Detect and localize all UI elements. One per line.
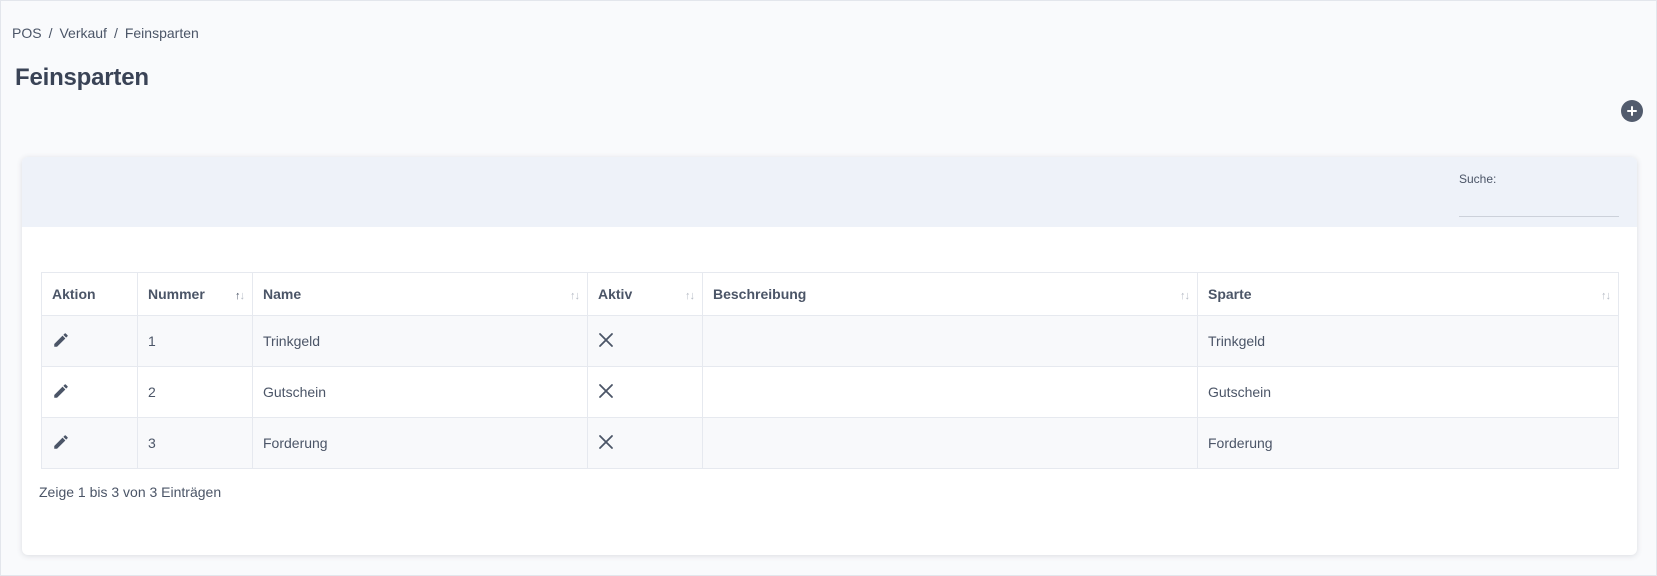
cell-nummer: 1 xyxy=(137,315,253,367)
sort-icon[interactable]: ↑↓ xyxy=(685,290,695,302)
breadcrumb-separator: / xyxy=(48,25,53,41)
table-header-row: Aktion Nummer ↑↓ Name ↑↓ Aktiv ↑↓ Beschr… xyxy=(41,272,1619,316)
column-header-aktion: Aktion xyxy=(41,272,138,316)
column-header-sparte[interactable]: Sparte ↑↓ xyxy=(1197,272,1619,316)
sort-ascending-icon[interactable]: ↑↓ xyxy=(235,290,245,302)
edit-pencil-icon[interactable] xyxy=(52,382,70,400)
cell-aktion xyxy=(41,366,138,418)
sort-icon[interactable]: ↑↓ xyxy=(1180,290,1190,302)
cell-aktion xyxy=(41,315,138,367)
edit-pencil-icon[interactable] xyxy=(52,331,70,349)
breadcrumb-item-feinsparten: Feinsparten xyxy=(124,25,199,41)
cell-nummer: 3 xyxy=(137,417,253,469)
breadcrumb-separator: / xyxy=(113,25,118,41)
cell-beschreibung xyxy=(702,315,1198,367)
edit-pencil-icon[interactable] xyxy=(52,433,70,451)
cell-beschreibung xyxy=(702,417,1198,469)
x-icon xyxy=(599,332,613,347)
cell-aktiv xyxy=(587,366,703,418)
card-header: Suche: xyxy=(22,157,1637,227)
search-label: Suche: xyxy=(1459,172,1497,186)
plus-circle-icon xyxy=(1627,106,1637,116)
page-title: Feinsparten xyxy=(15,64,149,91)
sort-icon[interactable]: ↑↓ xyxy=(1601,290,1611,302)
cell-nummer: 2 xyxy=(137,366,253,418)
cell-sparte: Gutschein xyxy=(1197,366,1619,418)
cell-sparte: Trinkgeld xyxy=(1197,315,1619,367)
cell-beschreibung xyxy=(702,366,1198,418)
feinsparten-table: Aktion Nummer ↑↓ Name ↑↓ Aktiv ↑↓ Beschr… xyxy=(41,272,1619,469)
add-button[interactable] xyxy=(1621,100,1643,122)
table-row: 3 Forderung Forderung xyxy=(41,417,1619,469)
table-info: Zeige 1 bis 3 von 3 Einträgen xyxy=(39,484,222,500)
cell-name: Forderung xyxy=(252,417,588,469)
sort-icon[interactable]: ↑↓ xyxy=(570,290,580,302)
data-card: Suche: Aktion Nummer ↑↓ Name ↑↓ Aktiv ↑↓… xyxy=(22,157,1637,555)
cell-aktiv xyxy=(587,417,703,469)
cell-aktion xyxy=(41,417,138,469)
column-header-aktiv[interactable]: Aktiv ↑↓ xyxy=(587,272,703,316)
breadcrumb: POS / Verkauf / Feinsparten xyxy=(12,25,199,41)
breadcrumb-item-pos[interactable]: POS xyxy=(12,25,42,41)
column-header-nummer[interactable]: Nummer ↑↓ xyxy=(137,272,253,316)
breadcrumb-item-verkauf[interactable]: Verkauf xyxy=(59,25,106,41)
cell-name: Gutschein xyxy=(252,366,588,418)
column-header-name[interactable]: Name ↑↓ xyxy=(252,272,588,316)
search-box: Suche: xyxy=(1459,172,1619,217)
cell-name: Trinkgeld xyxy=(252,315,588,367)
search-input[interactable] xyxy=(1459,195,1619,217)
column-header-beschreibung[interactable]: Beschreibung ↑↓ xyxy=(702,272,1198,316)
x-icon xyxy=(599,434,613,449)
cell-sparte: Forderung xyxy=(1197,417,1619,469)
cell-aktiv xyxy=(587,315,703,367)
table-row: 1 Trinkgeld Trinkgeld xyxy=(41,315,1619,367)
table-row: 2 Gutschein Gutschein xyxy=(41,366,1619,418)
x-icon xyxy=(599,383,613,398)
